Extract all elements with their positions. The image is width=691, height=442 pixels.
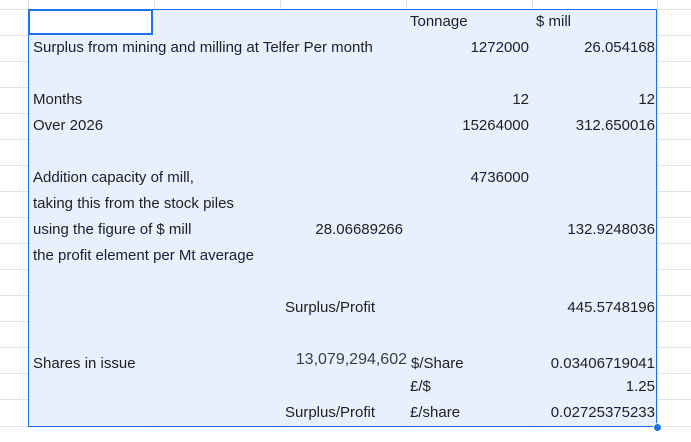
figure-value[interactable]: 28.06689266 — [280, 217, 403, 243]
over-2026-tonnage[interactable]: 15264000 — [406, 113, 529, 139]
surplus-tonnage[interactable]: 1272000 — [406, 35, 529, 61]
stockpiles-label[interactable]: taking this from the stock piles — [33, 191, 273, 217]
figure-label[interactable]: using the figure of $ mill — [33, 217, 273, 243]
figure-money[interactable]: 132.9248036 — [532, 217, 655, 243]
fx-money[interactable]: 1.25 — [532, 374, 655, 400]
surplus-profit-gbp-unit[interactable]: £/share — [410, 400, 530, 426]
capacity-label[interactable]: Addition capacity of mill, — [33, 165, 273, 191]
months-money[interactable]: 12 — [532, 87, 655, 113]
shares-label[interactable]: Shares in issue — [33, 351, 153, 377]
months-tonnage[interactable]: 12 — [406, 87, 529, 113]
surplus-profit-gbp-label[interactable]: Surplus/Profit — [285, 400, 405, 426]
surplus-profit-gbp-money[interactable]: 0.02725375233 — [532, 400, 655, 426]
profit-element-label[interactable]: the profit element per Mt average — [33, 243, 278, 269]
fx-unit[interactable]: £/$ — [410, 374, 530, 400]
capacity-tonnage[interactable]: 4736000 — [406, 165, 529, 191]
header-tonnage[interactable]: Tonnage — [410, 9, 530, 35]
over-2026-label[interactable]: Over 2026 — [33, 113, 153, 139]
header-money[interactable]: $ mill — [536, 9, 656, 35]
fill-handle[interactable] — [653, 423, 662, 432]
surplus-money[interactable]: 26.054168 — [532, 35, 655, 61]
over-2026-money[interactable]: 312.650016 — [532, 113, 655, 139]
shares-value[interactable]: 13,079,294,602 — [280, 347, 407, 373]
surplus-profit-money[interactable]: 445.5748196 — [532, 295, 655, 321]
surplus-profit-label[interactable]: Surplus/Profit — [285, 295, 405, 321]
active-cell[interactable] — [28, 9, 153, 35]
gridline — [657, 0, 658, 428]
months-label[interactable]: Months — [33, 87, 153, 113]
surplus-label[interactable]: Surplus from mining and milling at Telfe… — [33, 35, 406, 61]
